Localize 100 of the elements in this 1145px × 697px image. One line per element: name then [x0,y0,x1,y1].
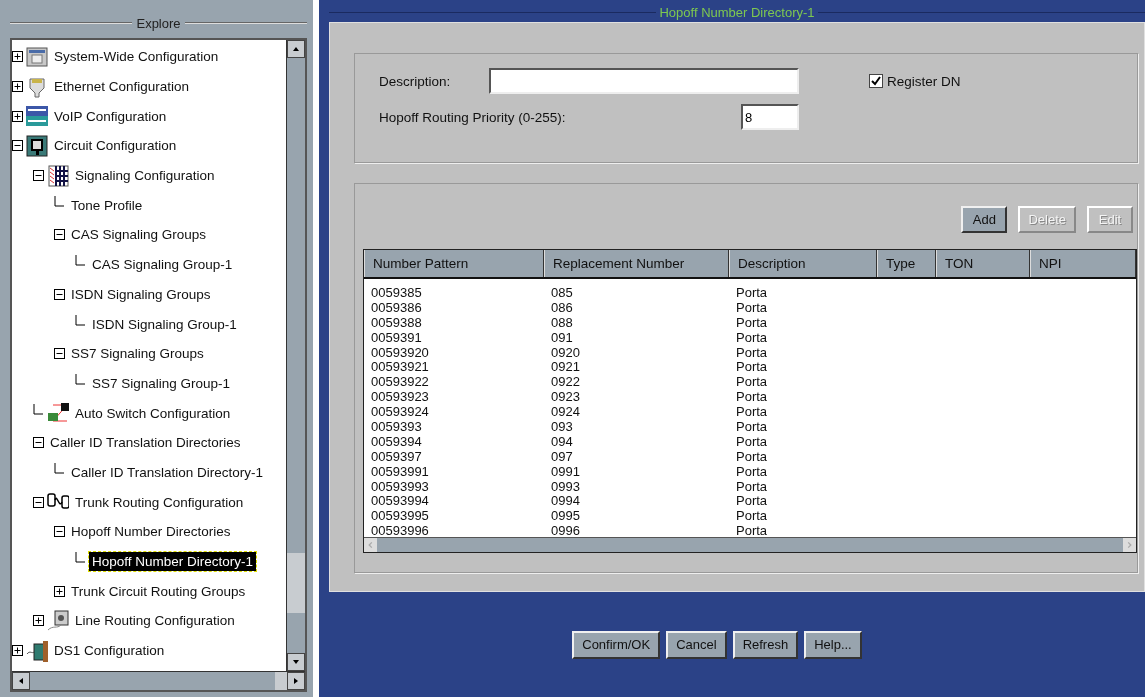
description-label: Description: [379,73,451,89]
panel-title: Explore [136,15,181,31]
expand-icon[interactable] [54,585,65,597]
tree-item[interactable]: VoIP Configuration [51,106,170,126]
tree-item[interactable]: Tone Profile [68,195,146,215]
table-cell-text: 0920 [550,344,581,360]
register-dn-checkbox[interactable] [869,74,883,88]
column-header[interactable]: TON [936,250,1030,277]
dialog-button[interactable]: Refresh [732,630,799,659]
collapse-icon[interactable] [54,348,65,360]
plug-icon [26,75,48,98]
collapse-icon[interactable] [54,229,65,241]
tree-item[interactable]: DS1 Configuration [51,641,168,661]
dialog-button[interactable]: Cancel [666,630,727,659]
dialog-button[interactable]: Confirm/OK [572,630,661,659]
tree-connector-icon [75,552,86,564]
tree-item[interactable]: Line Routing Configuration [72,611,238,631]
table-cell-text: 0059386 [370,299,423,315]
chip-icon [26,134,48,157]
table-cell-text: 00593991 [370,463,430,479]
table-cell-text: Porta [735,419,769,434]
table-cell-text: 091 [550,329,574,345]
table-cell-text: 0924 [550,404,581,419]
table-cell-text: 0996 [550,523,581,539]
collapse-icon[interactable] [33,437,44,449]
table-cell-text: 085 [550,285,574,300]
scroll-down-icon[interactable] [287,653,305,671]
jack-icon [47,609,69,632]
column-header[interactable]: Replacement Number [544,250,729,277]
expand-icon[interactable] [12,645,23,657]
table-cell-text: Porta [735,523,769,539]
tree-item[interactable]: Hopoff Number Directory-1 [89,552,257,572]
tree-connector-icon [54,195,65,207]
collapse-icon[interactable] [54,288,65,300]
scroll-left-icon[interactable] [12,672,30,690]
table-cell-text: Porta [735,389,769,405]
expand-icon[interactable] [33,615,44,627]
expand-icon[interactable] [12,51,23,63]
table-cell-text: Porta [735,344,769,360]
tree-item[interactable]: SS7 Signaling Groups [68,344,207,364]
table-cell-text: 0923 [550,389,581,405]
expand-icon[interactable] [12,81,23,93]
tree-item[interactable]: CAS Signaling Groups [68,225,210,245]
binary-icon [26,105,48,128]
table-button[interactable]: Add [961,206,1008,233]
table-cell-text: 00593921 [370,359,430,375]
tree-item[interactable]: Ethernet Configuration [51,77,193,97]
table-cell-text: 0059397 [370,448,423,464]
collapse-icon[interactable] [33,496,44,508]
vertical-scrollbar[interactable] [286,40,305,671]
table-cell-text: Porta [735,299,769,315]
scroll-thumb[interactable] [287,553,305,613]
tree-connector-icon [75,255,86,267]
horizontal-scrollbar[interactable] [12,671,305,690]
table-cell-text: 0059391 [370,329,423,345]
scroll-thumb[interactable] [275,672,287,690]
table-cell-text: Porta [735,359,769,375]
grid-icon [47,164,69,187]
table-cell-text: Porta [735,285,769,300]
table-cell-text: 00593996 [370,523,430,539]
table-cell-text: 097 [550,448,574,464]
expand-icon[interactable] [12,110,23,122]
table-cell-text: 094 [550,433,574,449]
tree-item[interactable]: Auto Switch Configuration [72,403,234,423]
tree-connector-icon [33,403,44,415]
table-cell-text: Porta [735,329,769,345]
tree-item[interactable]: Signaling Configuration [72,166,218,186]
table-cell-text: 0991 [550,463,581,479]
column-header[interactable]: Type [877,250,936,277]
table-cell-text: 0059393 [370,419,423,434]
table-cell-text: 0059394 [370,433,423,449]
tree-item[interactable]: Caller ID Translation Directories [47,433,244,453]
tree-item[interactable]: ISDN Signaling Groups [68,284,214,304]
dialog-button[interactable]: Help... [804,630,862,659]
tree-item[interactable]: Caller ID Translation Directory-1 [68,462,267,482]
table-cell-text: 00593920 [370,344,430,360]
priority-field[interactable]: 8 [741,104,799,130]
collapse-icon[interactable] [54,526,65,538]
table-cell-text: Porta [735,463,769,479]
tree-item[interactable]: Trunk Routing Configuration [72,492,247,512]
tree-connector-icon [75,314,86,326]
scroll-right-icon[interactable] [287,672,305,690]
tree-item[interactable]: CAS Signaling Group-1 [89,255,236,275]
table-cell-text: Porta [735,433,769,449]
table-cell-text: Porta [735,404,769,419]
collapse-icon[interactable] [33,170,44,182]
tree-item[interactable]: Hopoff Number Directories [68,522,234,542]
description-field[interactable] [489,68,799,94]
scroll-up-icon[interactable] [287,40,305,58]
column-header[interactable]: Number Pattern [364,250,544,277]
tree-item[interactable]: ISDN Signaling Group-1 [89,314,240,334]
tree-item[interactable]: Trunk Circuit Routing Groups [68,581,249,601]
tree-item[interactable]: Circuit Configuration [51,136,180,156]
column-header[interactable]: NPI [1030,250,1136,277]
tree-item[interactable]: SS7 Signaling Group-1 [89,373,234,393]
table-cell-text: 00593922 [370,374,430,390]
collapse-icon[interactable] [12,140,23,152]
tree-connector-icon [54,462,65,474]
tree-item[interactable]: System-Wide Configuration [51,47,222,67]
column-header[interactable]: Description [729,250,877,277]
